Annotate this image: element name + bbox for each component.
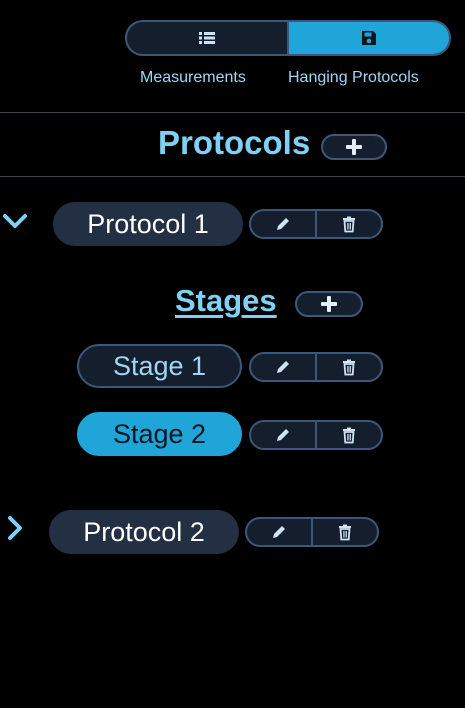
- protocols-heading: Protocols: [158, 124, 311, 161]
- hanging-protocols-label[interactable]: Hanging Protocols: [288, 69, 419, 87]
- measurements-toggle-button[interactable]: [127, 22, 289, 54]
- edit-protocol-button[interactable]: [251, 211, 317, 237]
- measurements-label[interactable]: Measurements: [140, 69, 246, 87]
- delete-protocol-button[interactable]: [317, 211, 381, 237]
- pencil-icon: [274, 426, 292, 444]
- chevron-right-icon[interactable]: [2, 515, 28, 541]
- stage-item[interactable]: Stage 1: [77, 344, 242, 388]
- protocol-actions: [245, 517, 379, 547]
- divider: [0, 112, 465, 113]
- trash-icon: [336, 523, 354, 541]
- delete-protocol-button[interactable]: [313, 519, 377, 545]
- divider: [0, 176, 465, 177]
- protocol-label: Protocol 1: [87, 208, 209, 239]
- view-toggle: [125, 20, 451, 56]
- plus-icon: [345, 138, 363, 156]
- trash-icon: [340, 358, 358, 376]
- stage-actions: [249, 420, 383, 450]
- delete-stage-button[interactable]: [317, 354, 381, 380]
- pencil-icon: [270, 523, 288, 541]
- hanging-protocols-panel: Measurements Hanging Protocols Protocols…: [0, 0, 465, 708]
- list-icon: [197, 28, 217, 48]
- protocol-item[interactable]: Protocol 2: [49, 510, 239, 554]
- protocol-actions: [249, 209, 383, 239]
- stage-item-active[interactable]: Stage 2: [77, 412, 242, 456]
- trash-icon: [340, 215, 358, 233]
- save-icon: [359, 28, 379, 48]
- delete-stage-button[interactable]: [317, 422, 381, 448]
- protocol-item[interactable]: Protocol 1: [53, 202, 243, 246]
- pencil-icon: [274, 215, 292, 233]
- stages-heading[interactable]: Stages: [175, 283, 277, 319]
- hanging-protocols-toggle-button[interactable]: [289, 22, 449, 54]
- edit-stage-button[interactable]: [251, 422, 317, 448]
- stage-label: Stage 1: [112, 350, 207, 381]
- trash-icon: [340, 426, 358, 444]
- stage-actions: [249, 352, 383, 382]
- pencil-icon: [274, 358, 292, 376]
- protocol-label: Protocol 2: [83, 516, 205, 547]
- add-protocol-button[interactable]: [321, 134, 387, 160]
- edit-stage-button[interactable]: [251, 354, 317, 380]
- chevron-down-icon[interactable]: [2, 208, 28, 234]
- plus-icon: [320, 295, 338, 313]
- add-stage-button[interactable]: [295, 291, 363, 317]
- edit-protocol-button[interactable]: [247, 519, 313, 545]
- stage-label: Stage 2: [112, 418, 207, 449]
